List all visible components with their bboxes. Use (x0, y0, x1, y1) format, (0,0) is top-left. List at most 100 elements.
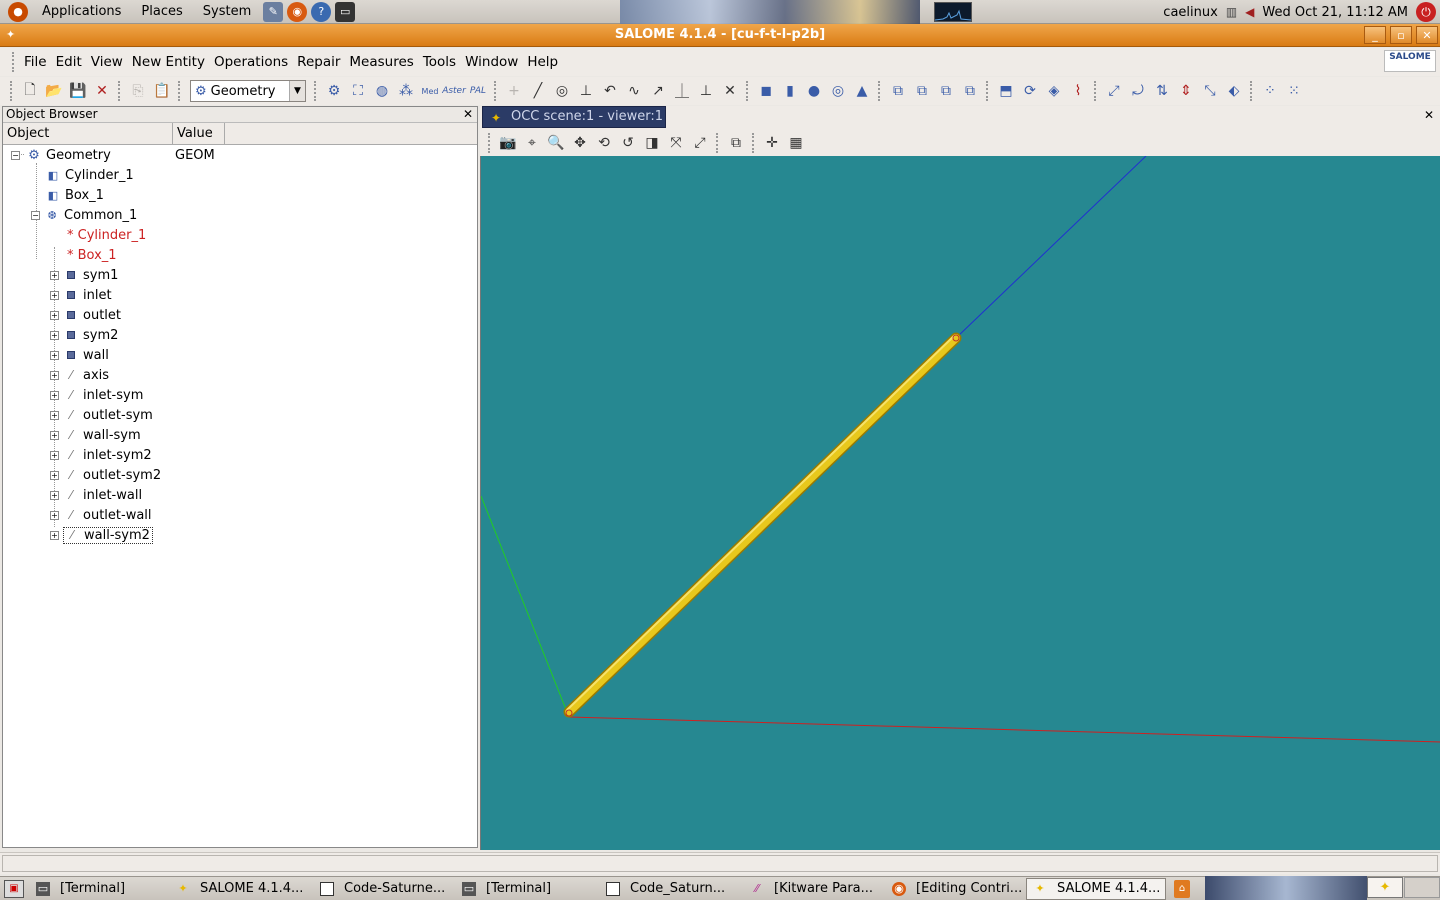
network-icon[interactable]: ▥ (1226, 5, 1237, 19)
location-icon[interactable]: ⇅ (1150, 79, 1174, 103)
expand-icon[interactable]: + (50, 290, 59, 300)
multi-translation-icon[interactable]: ⁘ (1258, 79, 1282, 103)
reset-view-icon[interactable]: ↺ (616, 131, 640, 155)
menu-tools[interactable]: Tools (419, 54, 460, 70)
multi-rotation-icon[interactable]: ⁙ (1282, 79, 1306, 103)
tree-row-box[interactable]: ◧ Box_1 (47, 185, 104, 205)
local-cs-icon[interactable]: ⊥ (694, 79, 718, 103)
column-header-value[interactable]: Value (173, 123, 225, 144)
cone-icon[interactable]: ▲ (850, 79, 874, 103)
post-pro-module-icon[interactable]: ⁂ (394, 79, 418, 103)
trash-icon[interactable]: ⌂ (1174, 879, 1190, 898)
tree-row-group[interactable]: + ⁄ axis (50, 365, 109, 385)
expand-icon[interactable]: + (50, 390, 59, 400)
toolbar-grip[interactable] (10, 81, 14, 101)
point-icon[interactable]: + (502, 79, 526, 103)
collapse-icon[interactable]: − (31, 210, 40, 220)
column-header-object[interactable]: Object (3, 123, 173, 144)
taskbar-item-code-saturne-2[interactable]: Code_Saturn... (600, 878, 744, 900)
tree-row-group[interactable]: + outlet (50, 305, 121, 325)
translation-icon[interactable]: ⤢ (1102, 79, 1126, 103)
aster-module-icon[interactable]: Aster (442, 79, 466, 103)
clone-view-icon[interactable]: ⧉ (724, 131, 748, 155)
taskbar-item-code-saturne[interactable]: Code-Saturne... (314, 878, 456, 900)
mesh-module-icon[interactable]: ⛶ (346, 79, 370, 103)
vector-icon[interactable]: ↗ (646, 79, 670, 103)
system-monitor-applet[interactable] (934, 2, 972, 22)
panel-menu-system[interactable]: System (193, 0, 261, 24)
show-desktop-icon[interactable]: ▣ (4, 879, 24, 898)
expand-icon[interactable]: + (50, 430, 59, 440)
circle-icon[interactable]: ◎ (550, 79, 574, 103)
menu-window[interactable]: Window (461, 54, 522, 70)
paste-icon[interactable]: 📋 (150, 79, 174, 103)
taskbar-item-salome-active[interactable]: ✦ SALOME 4.1.4... (1026, 877, 1166, 900)
open-folder-icon[interactable]: 📂 (42, 79, 66, 103)
expand-icon[interactable]: + (50, 490, 59, 500)
mirror-icon[interactable]: ⇕ (1174, 79, 1198, 103)
menu-new-entity[interactable]: New Entity (128, 54, 209, 70)
tree-row-ref-cylinder[interactable]: * Cylinder_1 (67, 225, 146, 245)
geometry-module-icon[interactable]: ⚙ (322, 79, 346, 103)
tree-row-group[interactable]: + sym1 (50, 265, 118, 285)
extrusion-icon[interactable]: ⬒ (994, 79, 1018, 103)
taskbar-item-paraview[interactable]: ⁄⁄ [Kitware Para... (744, 878, 886, 900)
new-document-icon[interactable]: 🗋 (18, 79, 42, 103)
cylinder-shape[interactable] (563, 332, 962, 718)
firefox-launcher-icon[interactable]: ◉ (287, 1, 308, 22)
close-icon[interactable]: ✕ (1424, 108, 1434, 122)
arc-icon[interactable]: ↶ (598, 79, 622, 103)
module-select[interactable]: ⚙ Geometry ▼ (190, 80, 306, 102)
offset-icon[interactable]: ⬖ (1222, 79, 1246, 103)
tree-row-group-selected[interactable]: + ⁄ wall-sym2 (50, 525, 153, 545)
expand-icon[interactable]: + (50, 270, 59, 280)
menu-repair[interactable]: Repair (293, 54, 344, 70)
menubar-grip[interactable] (12, 52, 16, 72)
fit-all-icon[interactable]: ⤢ (688, 131, 712, 155)
tree-row-group[interactable]: + ⁄ inlet-sym (50, 385, 143, 405)
pipe-icon[interactable]: ⌇ (1066, 79, 1090, 103)
expand-icon[interactable]: + (50, 450, 59, 460)
tree-row-group[interactable]: + ⁄ inlet-sym2 (50, 445, 152, 465)
workspace-switcher-1[interactable]: ✦ (1367, 877, 1403, 898)
fit-area-icon[interactable]: ⤧ (664, 131, 688, 155)
ellipse-icon[interactable]: ⊥ (574, 79, 598, 103)
section-icon[interactable]: ⧉ (958, 79, 982, 103)
menu-edit[interactable]: Edit (52, 54, 86, 70)
volume-muted-icon[interactable]: ◀ (1245, 5, 1254, 19)
show-trihedron-icon[interactable]: ⌖ (520, 131, 544, 155)
workspace-switcher-2[interactable] (1404, 877, 1440, 898)
panel-menu-applications[interactable]: Applications (32, 0, 131, 24)
expand-icon[interactable]: + (50, 350, 59, 360)
expand-icon[interactable]: + (50, 530, 59, 540)
memorize-view-icon[interactable]: ▦ (784, 131, 808, 155)
filling-icon[interactable]: ◈ (1042, 79, 1066, 103)
expand-icon[interactable]: + (50, 470, 59, 480)
close-icon[interactable]: ✕ (463, 107, 473, 122)
window-titlebar[interactable]: ✦ SALOME 4.1.4 - [cu-f-t-l-p2b] _ ▫ ✕ (0, 24, 1440, 47)
line-icon[interactable]: ╱ (526, 79, 550, 103)
tab-occ-viewer[interactable]: ✦ OCC scene:1 - viewer:1 (482, 106, 666, 128)
tree-row-ref-box[interactable]: * Box_1 (67, 245, 117, 265)
revolution-icon[interactable]: ⟳ (1018, 79, 1042, 103)
expand-icon[interactable]: + (50, 310, 59, 320)
tree-row-geometry[interactable]: − ⚙ Geometry GEOM (11, 145, 215, 165)
menu-view[interactable]: View (87, 54, 127, 70)
menu-operations[interactable]: Operations (210, 54, 292, 70)
tree-row-group[interactable]: + sym2 (50, 325, 118, 345)
supervisor-module-icon[interactable]: ◍ (370, 79, 394, 103)
tree-row-common[interactable]: − ❆ Common_1 (31, 205, 137, 225)
menu-help[interactable]: Help (523, 54, 562, 70)
scale-icon[interactable]: ⤡ (1198, 79, 1222, 103)
taskbar-item-terminal[interactable]: ▭ [Terminal] (30, 878, 170, 900)
common-icon[interactable]: ⧉ (910, 79, 934, 103)
text-editor-launcher-icon[interactable]: ✎ (263, 1, 284, 22)
plane-icon[interactable]: ⏊ (670, 79, 694, 103)
curve-icon[interactable]: ∿ (622, 79, 646, 103)
pal-module-icon[interactable]: PAL (466, 79, 490, 103)
cut-icon[interactable]: ⧉ (934, 79, 958, 103)
tree-row-group[interactable]: + ⁄ outlet-sym2 (50, 465, 161, 485)
taskbar-item-salome[interactable]: ✦ SALOME 4.1.4... (170, 878, 314, 900)
save-icon[interactable]: 💾 (66, 79, 90, 103)
scene-canvas[interactable] (480, 155, 1440, 850)
